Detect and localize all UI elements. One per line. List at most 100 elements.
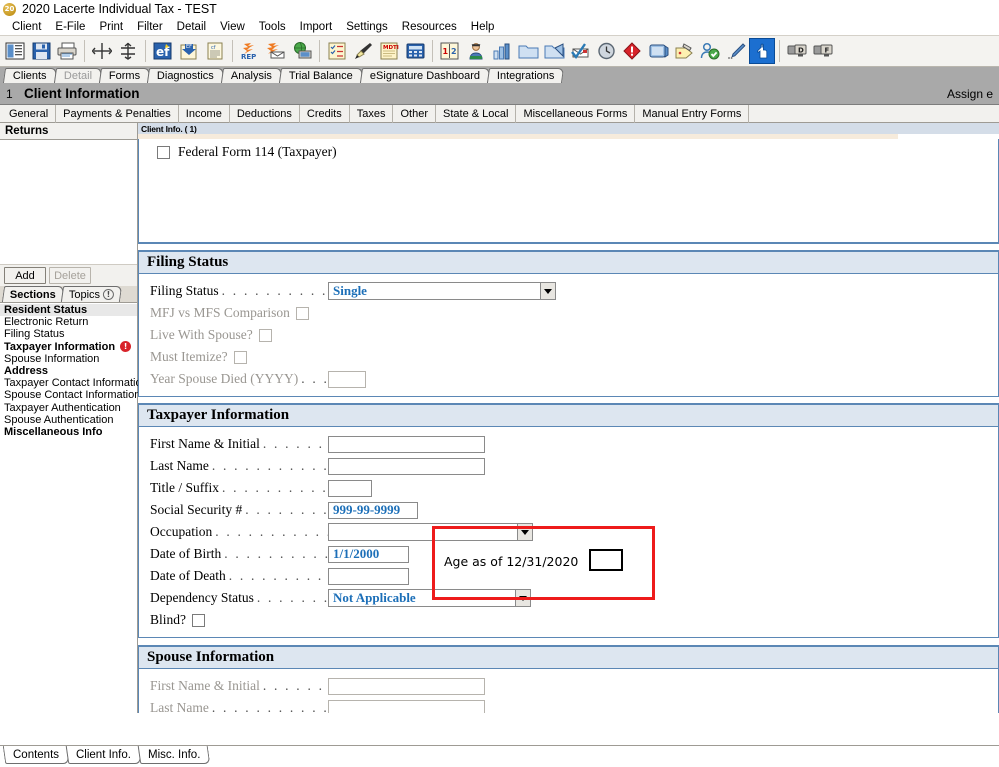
checklist-icon[interactable] (324, 38, 350, 64)
menu-item-filter[interactable]: Filter (130, 20, 170, 34)
tab-analysis[interactable]: Analysis (220, 68, 282, 83)
tab-trial-balance[interactable]: Trial Balance (278, 68, 363, 83)
menu-item-view[interactable]: View (213, 20, 252, 34)
tab-label: Analysis (230, 70, 272, 82)
lightning-envelope-icon[interactable] (263, 38, 289, 64)
last-name-input[interactable] (328, 457, 485, 475)
efile-icon[interactable]: ef (150, 38, 176, 64)
subtab-manual-entry-forms[interactable]: Manual Entry Forms (635, 104, 750, 123)
hand-pointer-icon[interactable] (749, 38, 775, 64)
sidebar-item-spouse-information[interactable]: Spouse Information (0, 353, 137, 365)
tag-pencil-icon[interactable] (671, 38, 697, 64)
efile-download-icon[interactable]: EF (176, 38, 202, 64)
sidebar-item-electronic-return[interactable]: Electronic Return (0, 316, 137, 328)
menu-item-client[interactable]: Client (5, 20, 48, 34)
menu-item-settings[interactable]: Settings (339, 20, 395, 34)
client-list-icon[interactable] (2, 38, 28, 64)
blind-label: Blind? (150, 612, 186, 627)
bottom-tab-contents[interactable]: Contents (2, 746, 70, 764)
tax-advisor-icon[interactable] (463, 38, 489, 64)
expand-horizontal-icon[interactable] (89, 38, 115, 64)
menu-item-print[interactable]: Print (92, 20, 130, 34)
toolbar-separator (84, 40, 85, 62)
returns-list[interactable] (0, 140, 137, 264)
calculator-icon[interactable] (402, 38, 428, 64)
folder-icon[interactable] (515, 38, 541, 64)
menu-item-resources[interactable]: Resources (395, 20, 464, 34)
age-as-of-input[interactable] (589, 549, 623, 571)
menu-item-detail[interactable]: Detail (170, 20, 213, 34)
tab-forms[interactable]: Forms (98, 68, 150, 83)
sidebar-item-spouse-authentication[interactable]: Spouse Authentication (0, 414, 137, 426)
subtab-deductions[interactable]: Deductions (230, 104, 300, 123)
sidebar-item-label: Filing Status (4, 328, 65, 341)
date-of-birth-input[interactable]: 1/1/2000 (328, 545, 409, 563)
subtab-other[interactable]: Other (393, 104, 436, 123)
warning-icon: ! (102, 289, 114, 300)
dual-monitor-f-icon[interactable]: F (810, 38, 836, 64)
highlighter-icon[interactable] (350, 38, 376, 64)
bottom-tab-misc-info-[interactable]: Misc. Info. (137, 746, 211, 764)
rep-lightning-icon[interactable]: REP (237, 38, 263, 64)
sidebar-item-taxpayer-information[interactable]: Taxpayer Information! (0, 341, 137, 353)
user-approved-icon[interactable] (697, 38, 723, 64)
blind-checkbox[interactable] (192, 613, 205, 627)
tab-diagnostics[interactable]: Diagnostics (146, 68, 224, 83)
sidebar-item-filing-status[interactable]: Filing Status (0, 328, 137, 340)
sidebar-tab-sections[interactable]: Sections (1, 286, 64, 302)
subtab-miscellaneous-forms[interactable]: Miscellaneous Forms (516, 104, 636, 123)
first-name-initial-input[interactable] (328, 435, 485, 453)
pencil-dots-icon[interactable] (723, 38, 749, 64)
menu-item-import[interactable]: Import (293, 20, 340, 34)
chevron-down-icon[interactable] (540, 283, 555, 299)
bar-chart-icon[interactable] (489, 38, 515, 64)
sidebar-item-taxpayer-authentication[interactable]: Taxpayer Authentication (0, 402, 137, 414)
subtab-taxes[interactable]: Taxes (350, 104, 394, 123)
sidebar-item-resident-status[interactable]: Resident Status (0, 304, 137, 317)
tab-detail[interactable]: Detail (53, 68, 102, 83)
web-computer-icon[interactable] (289, 38, 315, 64)
menu-item-e-file[interactable]: E-File (48, 20, 92, 34)
sidebar-item-miscellaneous-info[interactable]: Miscellaneous Info (0, 426, 137, 438)
subtab-credits[interactable]: Credits (300, 104, 350, 123)
subtab-state-local[interactable]: State & Local (436, 104, 517, 123)
sidebar-item-address[interactable]: Address (0, 365, 137, 377)
sidebar-item-taxpayer-contact-information[interactable]: Taxpayer Contact Information (0, 377, 148, 389)
dependency-status-select[interactable]: Not Applicable (328, 589, 531, 607)
tax-reference-icon[interactable]: 12 (437, 38, 463, 64)
menu-item-help[interactable]: Help (464, 20, 502, 34)
clock-icon[interactable] (593, 38, 619, 64)
federal-form-114-checkbox[interactable] (157, 145, 170, 159)
sidebar-tab-topics[interactable]: Topics! (60, 286, 123, 302)
tab-esignature-dashboard[interactable]: eSignature Dashboard (359, 68, 490, 83)
filing-status-select[interactable]: Single (328, 282, 556, 300)
tab-clients[interactable]: Clients (2, 68, 57, 83)
subtab-payments-penalties[interactable]: Payments & Penalties (56, 104, 179, 123)
add-return-button[interactable]: Add (4, 267, 46, 284)
live-with-spouse-label: Live With Spouse? (150, 327, 253, 342)
chevron-down-icon[interactable] (515, 590, 530, 606)
expand-vertical-icon[interactable] (115, 38, 141, 64)
forward-folder-icon[interactable] (541, 38, 567, 64)
title-suffix-input[interactable] (328, 479, 372, 497)
menu-item-tools[interactable]: Tools (252, 20, 293, 34)
bottom-tab-client-info-[interactable]: Client Info. (65, 746, 142, 764)
date-of-death-input[interactable] (328, 567, 409, 585)
spouse-last-name-label: Last Name (150, 700, 209, 713)
assign-employee-label[interactable]: Assign e (947, 87, 993, 101)
tab-integrations[interactable]: Integrations (486, 68, 565, 83)
dual-monitor-d-icon[interactable]: D (784, 38, 810, 64)
check-mail-icon[interactable] (567, 38, 593, 64)
print-icon[interactable] (54, 38, 80, 64)
occupation-select[interactable] (328, 523, 533, 541)
alert-icon[interactable] (619, 38, 645, 64)
client-letter-icon[interactable]: cf (202, 38, 228, 64)
subtab-general[interactable]: General (2, 104, 57, 123)
missing-data-icon[interactable]: MDTI (376, 38, 402, 64)
subtab-income[interactable]: Income (179, 104, 230, 123)
sidebar-item-spouse-contact-information[interactable]: Spouse Contact Information (0, 389, 140, 401)
save-icon[interactable] (28, 38, 54, 64)
chevron-down-icon[interactable] (517, 524, 532, 540)
social-security-number-input[interactable]: 999-99-9999 (328, 501, 418, 519)
filmstrip-icon[interactable] (645, 38, 671, 64)
